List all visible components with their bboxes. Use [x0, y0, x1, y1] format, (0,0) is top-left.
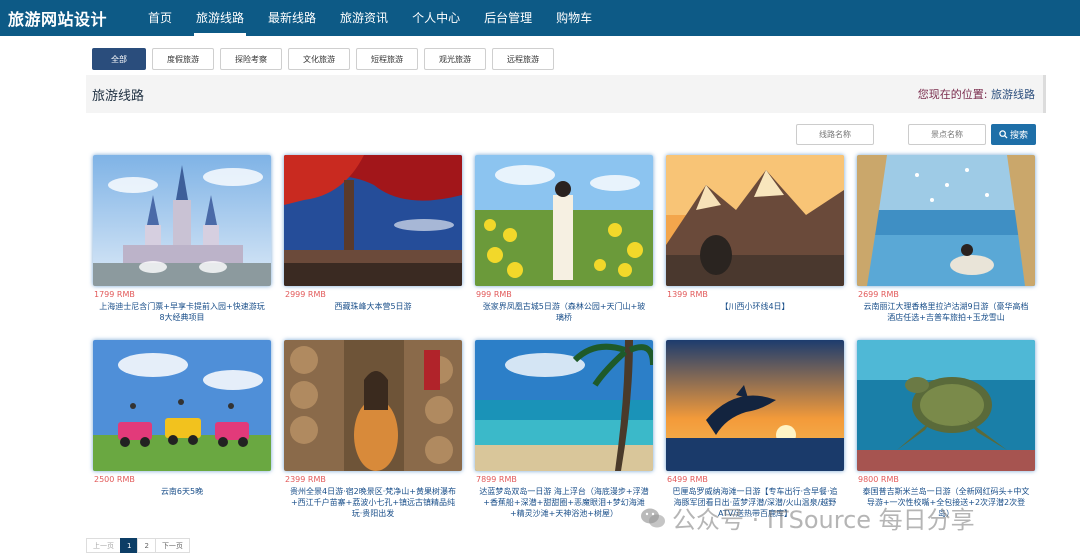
filter-button-1[interactable]: 度假旅游 — [152, 48, 214, 70]
breadcrumb-bar: 旅游线路 您现在的位置: 旅游线路 — [86, 75, 1046, 113]
route-card-price: 1399 RMB — [667, 290, 708, 299]
route-card-image[interactable] — [284, 155, 462, 286]
nav-item-5[interactable]: 后台管理 — [472, 0, 544, 36]
pager-page-1[interactable]: 1 — [120, 538, 139, 553]
nav-item-4[interactable]: 个人中心 — [400, 0, 472, 36]
search-button-label: 搜索 — [1009, 130, 1028, 140]
route-card-image[interactable] — [666, 340, 844, 471]
main-nav: 首页 旅游线路 最新线路 旅游资讯 个人中心 后台管理 购物车 — [136, 0, 604, 36]
nav-item-0[interactable]: 首页 — [136, 0, 184, 36]
site-brand[interactable]: 旅游网站设计 — [8, 6, 136, 30]
filter-button-2[interactable]: 探险考察 — [220, 48, 282, 70]
breadcrumb: 您现在的位置: 旅游线路 — [918, 86, 1035, 102]
route-card-price: 2399 RMB — [285, 475, 326, 484]
route-card-price: 1799 RMB — [94, 290, 135, 299]
route-card-image[interactable] — [93, 340, 271, 471]
route-card-image[interactable] — [857, 340, 1035, 471]
breadcrumb-current[interactable]: 旅游线路 — [991, 88, 1035, 101]
nav-item-1[interactable]: 旅游线路 — [184, 0, 256, 36]
route-card-title[interactable]: 西藏珠峰大本营5日游 — [284, 301, 462, 312]
search-icon — [999, 130, 1008, 139]
route-card[interactable]: 1799 RMB 上海迪士尼含门票+早享卡提前入园+快速游玩8大经典项目 — [93, 155, 271, 340]
route-card[interactable]: 9800 RMB 泰国普吉斯米兰岛一日游（全新网红码头+中文导游+一次性校嘴+全包… — [857, 340, 1035, 525]
wechat-logo-icon — [641, 508, 665, 527]
spot-name-input[interactable] — [908, 124, 986, 145]
nav-item-3[interactable]: 旅游资讯 — [328, 0, 400, 36]
route-card[interactable]: 2500 RMB 云南6天5晚 — [93, 340, 271, 525]
route-card-title[interactable]: 张家界凤凰古城5日游（森林公园+天门山+玻璃桥 — [475, 301, 653, 323]
filter-button-0[interactable]: 全部 — [92, 48, 146, 70]
route-card[interactable]: 2399 RMB 贵州全景4日游·宿2晚景区·梵净山+黄果树瀑布+西江千户苗寨+荔… — [284, 340, 462, 525]
route-card-price: 2999 RMB — [285, 290, 326, 299]
category-filters: 全部 度假旅游 探险考察 文化旅游 短程旅游 观光旅游 远程旅游 — [92, 48, 554, 70]
route-card-image[interactable] — [475, 155, 653, 286]
route-card[interactable]: 6499 RMB 巴厘岛罗威纳海滩一日游【专车出行·含早餐·追海豚军团看日出·蓝梦… — [666, 340, 844, 525]
pager-prev-button[interactable]: 上一页 — [86, 538, 121, 553]
search-button[interactable]: 搜索 — [991, 124, 1036, 145]
route-card-image[interactable] — [857, 155, 1035, 286]
pager-next-button[interactable]: 下一页 — [154, 538, 190, 553]
route-card-price: 999 RMB — [476, 290, 512, 299]
route-card-title[interactable]: 达蓝梦岛双岛一日游 海上浮台（海底漫步+浮潜+香蕉船+深潜+甜甜圈+恶魔眼泪+梦… — [475, 486, 653, 519]
search-bar: 搜索 — [796, 124, 1036, 145]
route-card[interactable]: 1399 RMB 【川西小环线4日】 — [666, 155, 844, 340]
pager-page-2[interactable]: 2 — [137, 538, 156, 553]
route-card-title[interactable]: 上海迪士尼含门票+早享卡提前入园+快速游玩8大经典项目 — [93, 301, 271, 323]
nav-item-6[interactable]: 购物车 — [544, 0, 604, 36]
watermark: 公众号 · ITSource 每日分享 — [640, 500, 975, 535]
route-card[interactable]: 2999 RMB 西藏珠峰大本营5日游 — [284, 155, 462, 340]
filter-button-3[interactable]: 文化旅游 — [288, 48, 350, 70]
route-card-title[interactable]: 【川西小环线4日】 — [666, 301, 844, 312]
route-card-title[interactable]: 云南丽江大理香格里拉泸沽湖9日游（豪华高档酒店任选+吉普车旅拍+玉龙雪山 — [857, 301, 1035, 323]
top-navbar: 旅游网站设计 首页 旅游线路 最新线路 旅游资讯 个人中心 后台管理 购物车 — [0, 0, 1080, 36]
route-card[interactable]: 999 RMB 张家界凤凰古城5日游（森林公园+天门山+玻璃桥 — [475, 155, 653, 340]
route-card-price: 2500 RMB — [94, 475, 135, 484]
filter-button-6[interactable]: 远程旅游 — [492, 48, 554, 70]
route-card-image[interactable] — [93, 155, 271, 286]
pagination: 上一页 1 2 下一页 — [86, 538, 190, 553]
route-card-image[interactable] — [475, 340, 653, 471]
filter-button-5[interactable]: 观光旅游 — [424, 48, 486, 70]
nav-item-2[interactable]: 最新线路 — [256, 0, 328, 36]
route-card-price: 6499 RMB — [667, 475, 708, 484]
route-grid: 1799 RMB 上海迪士尼含门票+早享卡提前入园+快速游玩8大经典项目 2999 … — [93, 155, 1035, 525]
route-card-price: 9800 RMB — [858, 475, 899, 484]
breadcrumb-label: 您现在的位置: — [917, 88, 988, 101]
route-card-title[interactable]: 云南6天5晚 — [93, 486, 271, 497]
route-card-price: 7899 RMB — [476, 475, 517, 484]
route-name-input[interactable] — [796, 124, 874, 145]
page-title: 旅游线路 — [92, 88, 145, 104]
route-card-image[interactable] — [284, 340, 462, 471]
filter-button-4[interactable]: 短程旅游 — [356, 48, 418, 70]
watermark-text: 公众号 · ITSource 每日分享 — [672, 506, 975, 534]
route-card-title[interactable]: 贵州全景4日游·宿2晚景区·梵净山+黄果树瀑布+西江千户苗寨+荔波小七孔+镇远古… — [284, 486, 462, 519]
route-card[interactable]: 7899 RMB 达蓝梦岛双岛一日游 海上浮台（海底漫步+浮潜+香蕉船+深潜+甜甜… — [475, 340, 653, 525]
route-card[interactable]: 2699 RMB 云南丽江大理香格里拉泸沽湖9日游（豪华高档酒店任选+吉普车旅拍+… — [857, 155, 1035, 340]
route-card-image[interactable] — [666, 155, 844, 286]
route-card-price: 2699 RMB — [858, 290, 899, 299]
